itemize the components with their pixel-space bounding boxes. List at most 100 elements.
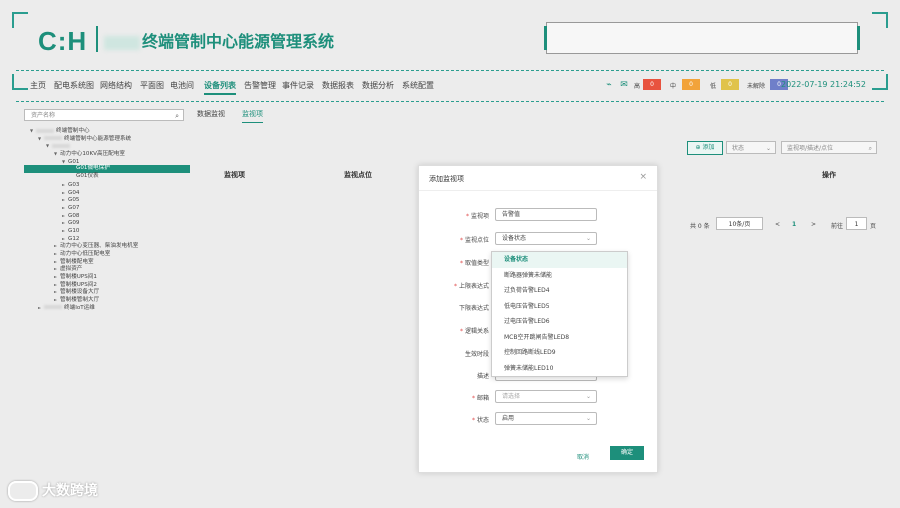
tree-node[interactable]: ► G08 — [24, 212, 190, 220]
nav-item[interactable]: 设备列表 — [204, 80, 236, 95]
asset-search-input[interactable]: 资产名称 ⌕ — [24, 109, 184, 121]
asset-sidebar: 资产名称 ⌕ ▼ 终端管制中心 ▼ 终端管制中心能源管理系统 ▼ ▼ 动力中心10KV高压配… — [20, 105, 190, 330]
field-value: 启用 — [502, 415, 515, 422]
nav-item[interactable]: 配电系统图 — [54, 80, 94, 91]
tree-node[interactable]: ► 动力中心低压配电室 — [24, 250, 190, 258]
nav-item[interactable]: 网络结构 — [100, 80, 132, 91]
nav-item[interactable]: 告警管理 — [244, 80, 276, 91]
field-label-text: 邮箱 — [476, 395, 489, 402]
field-label: * 逻辑关系 — [419, 326, 489, 335]
alarm-count-badge[interactable]: 0 — [721, 79, 739, 90]
dropdown-option[interactable]: 低电压告警LED5 — [492, 299, 627, 315]
dropdown-option[interactable]: 弹簧未储能LED10 — [492, 361, 627, 377]
tree-node-label: 管制楼配电室 — [60, 258, 94, 265]
dropdown-option[interactable]: 过电压告警LED6 — [492, 314, 627, 330]
asset-search-placeholder: 资产名称 — [31, 112, 56, 119]
form-field-9[interactable]: 启用 ⌄ — [495, 412, 597, 425]
prev-page-button[interactable]: < — [775, 221, 780, 228]
tree-node[interactable]: ► 管制楼UPS间2 — [24, 281, 190, 289]
tree-node-label: 终端IoT运维 — [64, 304, 95, 311]
tree-node[interactable]: ► 动力中心变压器、柴油发电机室 — [24, 242, 190, 250]
chevron-down-icon: ⌄ — [585, 415, 591, 422]
tree-node[interactable]: ► 虚拟资产 — [24, 265, 190, 273]
dropdown-option[interactable]: 断路器弹簧未储能 — [492, 268, 627, 284]
filter-search-input[interactable]: 监视项/描述/点位 ⌕ — [781, 141, 877, 154]
close-icon[interactable]: × — [639, 172, 647, 182]
current-page[interactable]: 1 — [792, 221, 796, 228]
field-value: 请选择 — [502, 393, 521, 400]
cancel-button[interactable]: 取消 — [577, 452, 589, 461]
tree-node[interactable]: ► 管制楼设备大厅 — [24, 288, 190, 296]
alarm-level-label: 低 — [710, 83, 717, 90]
tree-node-label: 动力中心10KV高压配电室 — [60, 151, 125, 158]
goto-label: 前往 — [831, 223, 844, 230]
search-icon[interactable]: ⌕ — [869, 142, 872, 155]
clock: 2022-07-19 21:24:52 — [781, 80, 866, 89]
tree-node[interactable]: ▼ 动力中心10KV高压配电室 — [24, 150, 190, 158]
field-label: * 监视点位 — [419, 235, 489, 244]
dropdown-option[interactable]: 设备状态 — [492, 252, 627, 268]
tree-node[interactable]: ▼ 终端管制中心 — [24, 127, 190, 135]
chevron-down-icon: ⌄ — [585, 393, 591, 400]
column-header-monitor-item: 监视项 — [224, 171, 245, 179]
field-label-text: 上限表达式 — [458, 283, 489, 290]
tree-node[interactable]: ► 管制楼配电室 — [24, 258, 190, 266]
tree-node-label: G05 — [68, 197, 80, 204]
tree-node-label: G01微电保护 — [76, 165, 110, 172]
dropdown-option[interactable]: MCB空开跳闸告警LED8 — [492, 330, 627, 346]
tree-node[interactable]: G01仪表 — [24, 173, 190, 181]
tree-node-label: 动力中心低压配电室 — [60, 251, 111, 257]
tree-node[interactable]: ► G12 — [24, 235, 190, 243]
nav-item[interactable]: 数据分析 — [362, 80, 394, 91]
alarm-count-badge[interactable]: 0 — [682, 79, 700, 90]
nav-item[interactable]: 数据报表 — [322, 80, 354, 91]
nav-item[interactable]: 事件记录 — [282, 80, 314, 91]
tree-node[interactable]: ► 管制楼UPS间1 — [24, 273, 190, 281]
status-select[interactable]: 状态 ⌄ — [726, 141, 776, 154]
alarm-count-badge[interactable]: 0 — [643, 79, 661, 90]
nav-item[interactable]: 平面图 — [140, 80, 164, 91]
dropdown-option[interactable]: 过负荷告警LED4 — [492, 283, 627, 299]
tab-monitor-items[interactable]: 监视项 — [242, 109, 263, 123]
nav-item[interactable]: 主页 — [30, 80, 46, 91]
tree-node[interactable]: ► G07 — [24, 204, 190, 212]
tree-node[interactable]: ► G03 — [24, 181, 190, 189]
required-mark: * — [465, 213, 469, 220]
form-field-0[interactable]: 告警值 — [495, 208, 597, 221]
tree-node[interactable]: ► G05 — [24, 196, 190, 204]
tree-node[interactable]: ► G04 — [24, 189, 190, 197]
field-label-text: 逻辑关系 — [464, 328, 489, 335]
tree-node-label: 虚拟资产 — [60, 266, 83, 273]
redacted-text — [52, 143, 70, 148]
add-button-label: 添加 — [702, 144, 715, 151]
confirm-button[interactable]: 确定 — [610, 446, 644, 460]
form-field-1[interactable]: 设备状态 ⌄ — [495, 232, 597, 245]
tree-node[interactable]: ► 管制楼管制大厅 — [24, 296, 190, 304]
status-select-placeholder: 状态 — [732, 145, 745, 152]
tree-node[interactable]: G01微电保护 — [24, 165, 190, 174]
tree-node-label: G10 — [68, 227, 80, 234]
nav-item[interactable]: 系统配置 — [402, 80, 434, 91]
tree-node-label: G09 — [68, 220, 80, 227]
nav-item[interactable]: 电池间 — [170, 80, 194, 91]
dropdown-option[interactable]: 控制回路断线LED9 — [492, 345, 627, 361]
tree-node[interactable]: ▼ 终端管制中心能源管理系统 — [24, 135, 190, 143]
field-label-text: 监视项 — [470, 213, 489, 220]
required-mark: * — [471, 417, 475, 424]
chat-icon[interactable]: ✉ — [619, 80, 629, 90]
tree-node[interactable]: ► G09 — [24, 219, 190, 227]
search-icon[interactable]: ⌕ — [175, 111, 179, 122]
tab-data-monitor[interactable]: 数据监视 — [197, 109, 225, 119]
system-title-text: 终端管制中心能源管理系统 — [142, 32, 335, 51]
next-page-button[interactable]: > — [811, 221, 816, 228]
tree-node[interactable]: ► G10 — [24, 227, 190, 235]
goto-page-value: 1 — [854, 221, 859, 228]
add-button[interactable]: ⊕ 添加 — [687, 141, 723, 155]
tree-node[interactable]: ▼ — [24, 142, 190, 150]
goto-page-input[interactable]: 1 — [846, 217, 867, 230]
form-field-8[interactable]: 请选择 ⌄ — [495, 390, 597, 403]
link-icon[interactable]: ⌁ — [604, 80, 614, 90]
tree-node[interactable]: ► 终端IoT运维 — [24, 304, 190, 312]
page-size-select[interactable]: 10条/页 — [716, 217, 763, 230]
page-unit-label: 页 — [870, 223, 877, 230]
